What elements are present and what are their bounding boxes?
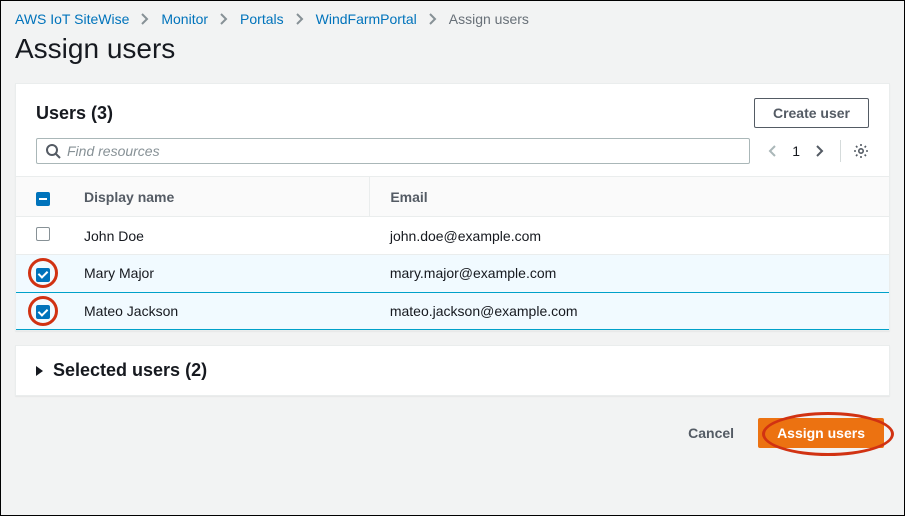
- page-number: 1: [792, 143, 800, 159]
- table-row: Mary Major mary.major@example.com: [16, 255, 889, 293]
- column-header-email[interactable]: Email: [370, 177, 889, 217]
- cell-display-name: Mary Major: [64, 255, 370, 293]
- breadcrumb-current: Assign users: [449, 11, 529, 27]
- caret-right-icon: [36, 366, 43, 376]
- page-title: Assign users: [15, 33, 890, 65]
- create-user-button[interactable]: Create user: [754, 98, 869, 128]
- footer-actions: Cancel Assign users: [15, 418, 890, 448]
- chevron-right-icon: [425, 11, 441, 27]
- divider: [840, 140, 841, 162]
- column-header-display-name[interactable]: Display name: [64, 177, 370, 217]
- selected-users-title: Selected users (2): [53, 360, 207, 381]
- cell-display-name: Mateo Jackson: [64, 292, 370, 330]
- users-table: Display name Email John Doe john.doe@exa…: [16, 176, 889, 330]
- next-page-button[interactable]: [812, 143, 828, 159]
- breadcrumb-link[interactable]: WindFarmPortal: [316, 11, 417, 27]
- search-input[interactable]: [67, 143, 741, 159]
- breadcrumb-link[interactable]: Portals: [240, 11, 284, 27]
- gear-icon[interactable]: [853, 143, 869, 159]
- table-row: John Doe john.doe@example.com: [16, 217, 889, 255]
- selected-users-panel[interactable]: Selected users (2): [15, 345, 890, 396]
- cell-display-name: John Doe: [64, 217, 370, 255]
- cell-email: mary.major@example.com: [370, 255, 889, 293]
- chevron-right-icon: [137, 11, 153, 27]
- select-all-checkbox[interactable]: [36, 192, 50, 206]
- breadcrumb-link[interactable]: Monitor: [161, 11, 208, 27]
- chevron-right-icon: [216, 11, 232, 27]
- row-checkbox[interactable]: [36, 227, 50, 241]
- users-panel-title: Users (3): [36, 103, 113, 124]
- breadcrumb: AWS IoT SiteWise Monitor Portals WindFar…: [15, 11, 890, 27]
- assign-users-button[interactable]: Assign users: [758, 418, 884, 448]
- users-panel: Users (3) Create user 1: [15, 83, 890, 331]
- row-checkbox[interactable]: [36, 268, 50, 282]
- breadcrumb-link[interactable]: AWS IoT SiteWise: [15, 11, 129, 27]
- search-icon: [45, 143, 61, 159]
- cancel-button[interactable]: Cancel: [670, 419, 752, 447]
- prev-page-button[interactable]: [764, 143, 780, 159]
- table-row: Mateo Jackson mateo.jackson@example.com: [16, 292, 889, 330]
- cell-email: mateo.jackson@example.com: [370, 292, 889, 330]
- row-checkbox[interactable]: [36, 305, 50, 319]
- cell-email: john.doe@example.com: [370, 217, 889, 255]
- chevron-right-icon: [292, 11, 308, 27]
- pagination: 1: [764, 140, 869, 162]
- search-input-wrap: [36, 138, 750, 164]
